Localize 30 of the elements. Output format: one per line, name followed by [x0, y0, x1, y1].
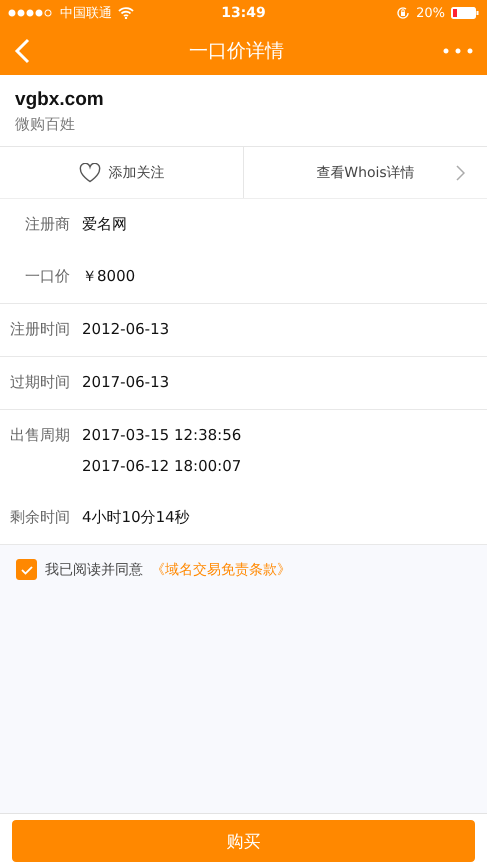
- field-label: 过期时间: [9, 373, 71, 392]
- field-value: 4小时10分14秒: [82, 508, 190, 527]
- carrier-name: 中国联通: [60, 5, 112, 22]
- battery-icon: [450, 7, 479, 19]
- battery-percent: 20%: [416, 6, 445, 20]
- page-title: 一口价详情: [189, 38, 284, 64]
- field-label: 一口价: [24, 267, 71, 286]
- rotation-lock-icon: [396, 6, 410, 20]
- field-label: 出售周期: [9, 426, 71, 446]
- wifi-icon: [118, 7, 134, 19]
- field-label: 剩余时间: [9, 508, 71, 527]
- domain-name: vgbx.com: [15, 89, 105, 111]
- more-icon[interactable]: [443, 48, 473, 54]
- field-value: 2012-06-13: [82, 320, 170, 338]
- field-label: 注册商: [24, 215, 71, 234]
- field-value: 2017-06-13: [82, 373, 170, 391]
- field-value: 2017-03-15 12:38:56: [82, 426, 242, 444]
- field-label: 注册时间: [9, 320, 71, 339]
- clock-time: 13:49: [221, 5, 266, 21]
- domain-subtitle: 微购百姓: [15, 115, 76, 134]
- heart-icon: [78, 162, 100, 182]
- field-value: 2017-06-12 18:00:07: [82, 457, 242, 475]
- chevron-right-icon: [456, 164, 465, 180]
- checkmark-icon: [20, 564, 34, 574]
- field-value: 爱名网: [82, 215, 127, 234]
- signal-icon: [8, 9, 54, 17]
- agreement-text: 我已阅读并同意: [45, 560, 143, 578]
- agree-checkbox[interactable]: [16, 559, 37, 580]
- field-value: ￥8000: [82, 267, 136, 286]
- back-icon[interactable]: [14, 38, 30, 64]
